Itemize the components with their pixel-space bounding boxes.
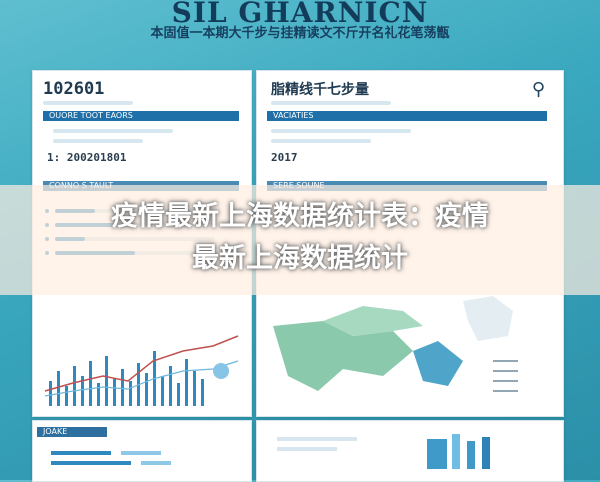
left-header-line xyxy=(43,101,133,105)
pin-icon[interactable]: ⚲ xyxy=(532,79,545,100)
left-panel-code-title: 102601 xyxy=(43,79,105,99)
right-date-value: 2017 xyxy=(271,151,298,164)
mini-chart xyxy=(51,451,171,465)
overlay-title-line-2: 最新上海数据统计 xyxy=(192,243,408,274)
right-text-line xyxy=(271,139,371,143)
left-bottom-panel: JOAKE xyxy=(32,420,252,482)
right-bottom-chart xyxy=(277,434,490,469)
right-section-bar-1: VACIATIES xyxy=(267,111,547,121)
district-map xyxy=(273,296,518,392)
top-banner: SIL GHARNICN 本固值一本期大千步与挂精读文不斤开名礼花笔荡甑 xyxy=(0,0,600,58)
right-panel-head-title: 脂精线千七步量 xyxy=(271,82,369,98)
overlay-title: 疫情最新上海数据统计表：疫情 最新上海数据统计 xyxy=(0,196,600,280)
left-text-line xyxy=(53,129,173,133)
left-text-line xyxy=(53,139,143,143)
left-section-bar-1: OUORE TOOT EAORS xyxy=(43,111,239,121)
overlay-title-line-1: 疫情最新上海数据统计表：疫情 xyxy=(111,201,489,232)
left-date-value: 1: 200201801 xyxy=(47,151,127,164)
right-text-line xyxy=(271,129,411,133)
right-bottom-panel xyxy=(256,420,564,482)
right-header-line xyxy=(271,101,391,105)
banner-subtitle: 本固值一本期大千步与挂精读文不斤开名礼花笔荡甑 xyxy=(150,26,450,41)
left-chart xyxy=(44,335,239,406)
left-bottom-label: JOAKE xyxy=(37,427,107,437)
